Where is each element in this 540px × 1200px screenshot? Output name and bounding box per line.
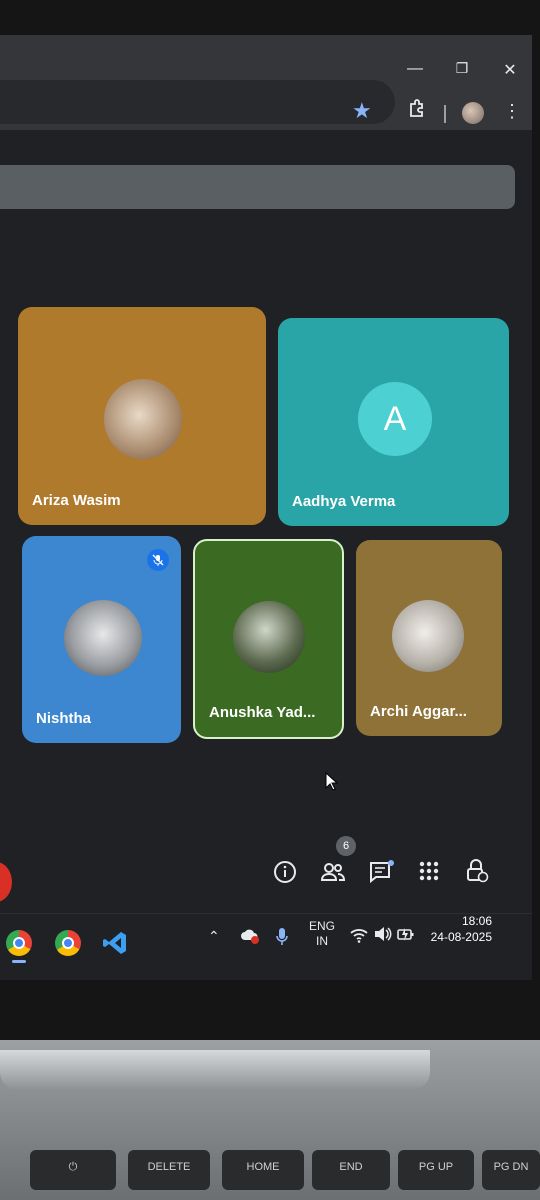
clock-time: 18:06 xyxy=(461,914,492,928)
chat-icon[interactable] xyxy=(366,860,396,890)
page-up-key[interactable]: PG UP xyxy=(398,1150,474,1190)
language-code: ENG xyxy=(309,919,336,933)
end-key[interactable]: END xyxy=(312,1150,390,1190)
cloud-sync-error-icon[interactable] xyxy=(240,928,260,947)
volume-icon[interactable] xyxy=(374,926,392,945)
participant-tile[interactable]: Nishtha xyxy=(22,536,181,743)
toolbar-separator xyxy=(444,105,446,123)
microphone-icon[interactable] xyxy=(276,927,288,950)
taskbar-clock[interactable]: 18:06 24-08-2025 xyxy=(431,913,492,945)
participant-avatar xyxy=(233,601,305,673)
chrome-icon[interactable] xyxy=(6,930,32,956)
language-indicator[interactable]: ENG IN xyxy=(309,919,335,949)
participant-tile[interactable]: Ariza Wasim xyxy=(18,307,266,525)
participant-name: Anushka Yad... xyxy=(209,704,316,721)
people-icon[interactable] xyxy=(318,860,348,890)
participant-avatar xyxy=(392,600,464,672)
wifi-icon[interactable] xyxy=(350,927,368,946)
participant-avatar xyxy=(64,600,142,676)
participant-avatar: A xyxy=(358,382,432,456)
profile-avatar[interactable] xyxy=(462,102,484,124)
leave-call-button[interactable] xyxy=(0,862,12,902)
chrome-profile-icon[interactable] xyxy=(55,930,81,956)
participant-tile[interactable]: Archi Aggar... xyxy=(356,540,502,736)
page-banner xyxy=(0,165,515,209)
browser-menu-icon[interactable]: ⋮ xyxy=(503,101,521,122)
host-controls-icon[interactable] xyxy=(462,858,492,890)
vscode-icon[interactable] xyxy=(102,930,128,956)
info-icon[interactable] xyxy=(270,860,300,890)
participant-name: Aadhya Verma xyxy=(292,493,396,510)
participant-name: Nishtha xyxy=(36,710,92,727)
laptop-hinge xyxy=(0,1050,430,1090)
participant-tile[interactable]: A Aadhya Verma xyxy=(278,318,509,526)
chevron-up-icon[interactable]: ⌃ xyxy=(208,928,220,945)
participant-avatar xyxy=(104,379,182,459)
minimize-button[interactable]: — xyxy=(400,60,430,78)
address-bar[interactable] xyxy=(0,80,395,124)
clock-date: 24-08-2025 xyxy=(430,930,492,944)
home-key[interactable]: HOME xyxy=(222,1150,304,1190)
close-window-button[interactable]: ✕ xyxy=(495,60,525,80)
maximize-button[interactable]: ❐ xyxy=(447,60,477,77)
participant-count-badge: 6 xyxy=(336,836,356,856)
region-code: IN xyxy=(316,934,328,948)
battery-icon[interactable] xyxy=(397,926,415,945)
muted-mic-icon xyxy=(147,549,169,571)
laptop-screen: — ❐ ✕ ★ ⋮ Ariza Wasim A Aadhya Verma Nis… xyxy=(0,35,532,980)
delete-key[interactable]: DELETE xyxy=(128,1150,210,1190)
participant-name: Archi Aggar... xyxy=(370,703,467,720)
bookmark-star-icon[interactable]: ★ xyxy=(352,98,372,124)
participant-tile-active-speaker[interactable]: Anushka Yad... xyxy=(193,539,344,739)
participant-name: Ariza Wasim xyxy=(32,492,121,509)
power-key[interactable]: ⏻ xyxy=(30,1150,116,1190)
page-down-key[interactable]: PG DN xyxy=(482,1150,540,1190)
activities-icon[interactable] xyxy=(414,860,444,888)
mouse-cursor-icon xyxy=(325,772,339,791)
extensions-icon[interactable] xyxy=(407,99,427,124)
active-app-indicator xyxy=(12,960,26,963)
